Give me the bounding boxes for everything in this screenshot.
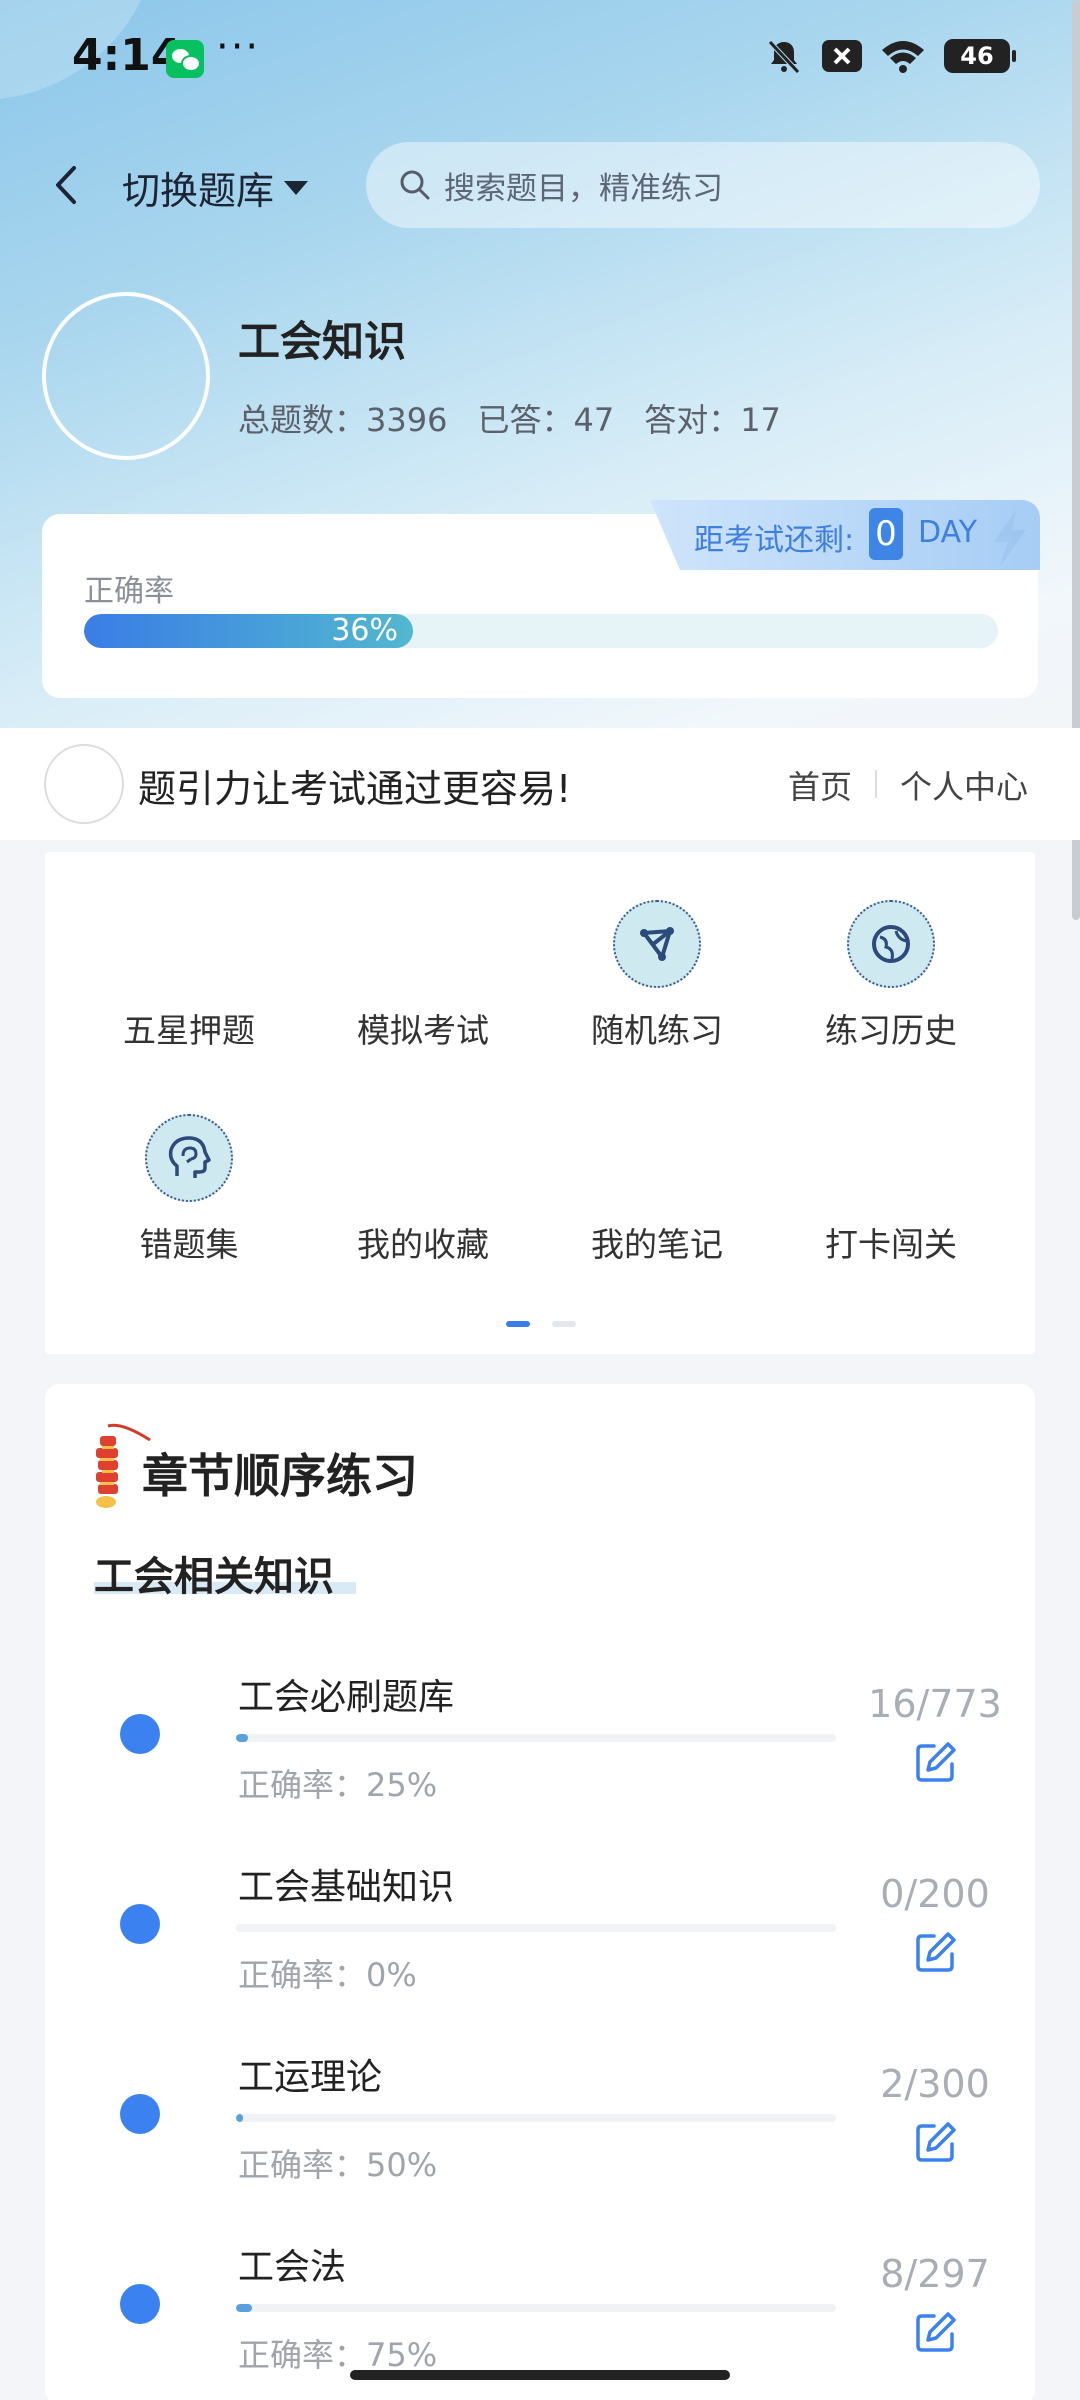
chapter-count: 2/300 xyxy=(880,2062,990,2106)
slogan-text: 题引力让考试通过更容易! xyxy=(138,767,572,811)
switch-bank-label: 切换题库 xyxy=(122,169,275,213)
chapter-progress-fill xyxy=(236,2304,253,2312)
grid-label: 随机练习 xyxy=(591,1011,723,1050)
grid-label: 打卡闯关 xyxy=(825,1225,957,1264)
search-input[interactable]: 搜索题目，精准练习 xyxy=(366,142,1040,228)
chapter-progress-bar xyxy=(236,2304,836,2312)
wifi-icon xyxy=(882,41,924,73)
wechat-icon xyxy=(166,40,204,78)
chapter-progress-bar xyxy=(236,1734,836,1742)
caret-down-icon xyxy=(284,180,309,195)
edit-icon[interactable] xyxy=(914,2120,958,2164)
chapter-accuracy: 正确率：25% xyxy=(238,1766,438,1804)
notification-x-icon xyxy=(822,40,862,72)
correct-count: 答对：17 xyxy=(644,401,781,439)
subject-title: 工会知识 xyxy=(238,317,407,366)
chapter-count: 8/297 xyxy=(880,2252,990,2296)
accuracy-percent: 36% xyxy=(331,613,398,648)
network-icon xyxy=(613,900,701,988)
nav-home-link[interactable]: 首页 xyxy=(788,762,852,808)
grid-label: 五星押题 xyxy=(123,1011,255,1050)
status-bar: 4:14 ··· 46 xyxy=(0,0,1080,120)
chapter-name: 工会法 xyxy=(238,2247,347,2288)
chapter-count: 16/773 xyxy=(868,1682,1002,1726)
battery-icon: 46 xyxy=(944,39,1016,73)
grid-label: 模拟考试 xyxy=(357,1011,489,1050)
countdown-days: 0 xyxy=(869,508,903,560)
chapter-bullet xyxy=(120,1714,160,1754)
section-title: 工会相关知识 xyxy=(94,1554,334,1600)
total-count: 总题数：3396 xyxy=(238,401,448,439)
chapter-progress-bar xyxy=(236,1924,836,1932)
edit-icon[interactable] xyxy=(914,1930,958,1974)
chapter-name: 工运理论 xyxy=(238,2057,383,2098)
more-notifications-icon: ··· xyxy=(216,24,261,70)
back-arrow-icon[interactable] xyxy=(46,160,86,210)
search-icon xyxy=(400,170,430,200)
edit-icon[interactable] xyxy=(914,1740,958,1784)
chapter-name: 工会必刷题库 xyxy=(238,1677,455,1718)
chapter-progress-fill xyxy=(236,2114,244,2122)
chapter-progress-bar xyxy=(236,2114,836,2122)
grid-label: 我的收藏 xyxy=(357,1225,489,1264)
switch-bank-button[interactable]: 切换题库 xyxy=(122,160,309,215)
chapter-title: 章节顺序练习 xyxy=(142,1449,418,1503)
grid-label: 错题集 xyxy=(139,1225,239,1264)
chapter-name: 工会基础知识 xyxy=(238,1867,455,1908)
chapter-bullet xyxy=(120,2284,160,2324)
search-placeholder: 搜索题目，精准练习 xyxy=(444,170,723,207)
home-indicator[interactable] xyxy=(350,2370,730,2380)
countdown-label: 距考试还剩: xyxy=(694,523,855,558)
chapter-progress-fill xyxy=(236,1734,249,1742)
grid-label: 我的笔记 xyxy=(591,1225,723,1264)
globe-icon xyxy=(847,900,935,988)
chapter-bullet xyxy=(120,1904,160,1944)
page-indicator-active xyxy=(506,1321,530,1327)
countdown-unit: DAY xyxy=(918,515,978,550)
nav-divider xyxy=(875,770,877,798)
brain-head-icon xyxy=(145,1114,233,1202)
chapter-bullet xyxy=(120,2094,160,2134)
chapter-accuracy: 正确率：0% xyxy=(238,1956,417,1994)
edit-icon[interactable] xyxy=(914,2310,958,2354)
nav-profile-link[interactable]: 个人中心 xyxy=(900,762,1028,808)
bell-muted-icon xyxy=(768,40,800,74)
question-stats: 总题数：3396 已答：47 答对：17 xyxy=(238,395,781,441)
lightning-icon xyxy=(994,510,1026,566)
page-indicator xyxy=(552,1321,576,1327)
chapter-accuracy: 正确率：50% xyxy=(238,2146,438,2184)
grid-label: 练习历史 xyxy=(825,1011,957,1050)
subject-avatar xyxy=(42,292,210,460)
brand-logo xyxy=(44,744,124,824)
answered-count: 已答：47 xyxy=(477,401,615,439)
accuracy-label: 正确率 xyxy=(84,574,174,609)
chapter-count: 0/200 xyxy=(880,1872,990,1916)
